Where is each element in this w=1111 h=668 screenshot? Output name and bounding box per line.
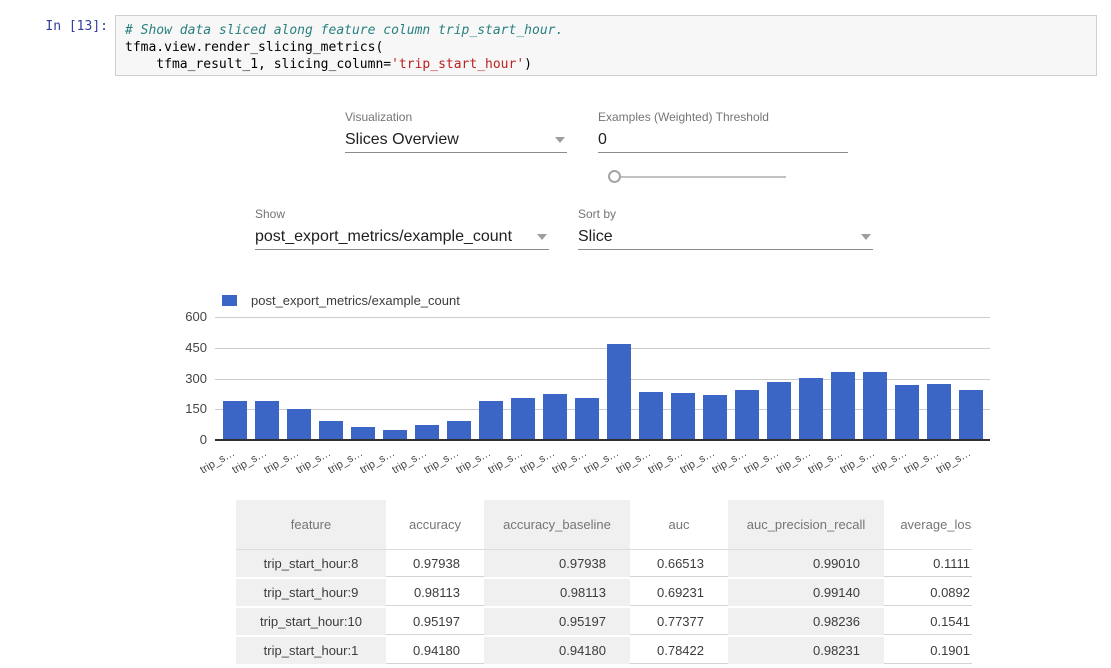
metric-cell: 0.95197 <box>484 608 630 637</box>
slider-handle[interactable] <box>608 170 621 183</box>
chart-baseline <box>215 439 990 441</box>
bar[interactable] <box>735 390 759 440</box>
column-header: accuracy_baseline <box>484 500 630 550</box>
bar[interactable] <box>831 372 855 440</box>
bar[interactable] <box>255 401 279 440</box>
table-row: trip_start_hour:80.979380.979380.665130.… <box>236 550 972 579</box>
bar[interactable] <box>575 398 599 440</box>
metric-cell: 0.98236 <box>728 608 884 637</box>
notebook-page: In [13]: # Show data sliced along featur… <box>0 0 1111 668</box>
bar[interactable] <box>703 395 727 440</box>
visualization-label: Visualization <box>345 110 567 124</box>
metric-cell: 0.95197 <box>386 608 484 637</box>
code-line-2: tfma.view.render_slicing_metrics( <box>125 40 383 55</box>
column-header: auc_precision_recall <box>728 500 884 550</box>
y-tick-label: 300 <box>150 371 207 386</box>
feature-cell: trip_start_hour:9 <box>236 579 386 608</box>
bar[interactable] <box>223 401 247 440</box>
bar[interactable] <box>895 385 919 440</box>
metric-cell: 0.94180 <box>484 637 630 666</box>
cell-execution-prompt: In [13]: <box>20 19 108 34</box>
code-line-3: tfma_result_1, slicing_column='trip_star… <box>125 57 532 72</box>
table-header-row: featureaccuracyaccuracy_baselineaucauc_p… <box>236 500 972 550</box>
metric-cell: 0.97938 <box>484 550 630 579</box>
show-label: Show <box>255 207 549 221</box>
code-string-literal: 'trip_start_hour' <box>391 57 524 72</box>
bar[interactable] <box>287 409 311 440</box>
sort-by-label: Sort by <box>578 207 873 221</box>
metrics-table: featureaccuracyaccuracy_baselineaucauc_p… <box>236 500 972 666</box>
sort-by-value: Slice <box>578 228 613 246</box>
column-header: feature <box>236 500 386 550</box>
show-value: post_export_metrics/example_count <box>255 228 512 246</box>
table-body: trip_start_hour:80.979380.979380.665130.… <box>236 550 972 666</box>
metric-cell: 0.97938 <box>386 550 484 579</box>
sort-by-select[interactable]: Sort by Slice <box>578 207 873 250</box>
bar[interactable] <box>639 392 663 440</box>
chevron-down-icon <box>861 234 871 240</box>
y-tick-label: 150 <box>150 401 207 416</box>
code-comment: # Show data sliced along feature column … <box>125 23 563 38</box>
threshold-label: Examples (Weighted) Threshold <box>598 110 848 124</box>
bar[interactable] <box>959 390 983 440</box>
bar[interactable] <box>479 401 503 440</box>
metric-cell: 0.98113 <box>386 579 484 608</box>
chart-y-axis: 0150300450600 <box>150 317 207 440</box>
bar[interactable] <box>767 382 791 440</box>
y-tick-label: 0 <box>150 432 207 447</box>
metric-cell: 0.78422 <box>630 637 728 666</box>
bar[interactable] <box>607 344 631 440</box>
y-tick-label: 600 <box>150 309 207 324</box>
legend-label: post_export_metrics/example_count <box>251 293 460 308</box>
threshold-slider[interactable] <box>608 170 786 184</box>
metric-cell: 0.1541 <box>884 608 972 637</box>
chevron-down-icon <box>555 137 565 143</box>
table-row: trip_start_hour:10.941800.941800.784220.… <box>236 637 972 666</box>
gridline <box>215 317 990 318</box>
metric-cell: 0.98231 <box>728 637 884 666</box>
metric-cell: 0.94180 <box>386 637 484 666</box>
table-row: trip_start_hour:100.951970.951970.773770… <box>236 608 972 637</box>
chart-x-axis: trip_s…trip_s…trip_s…trip_s…trip_s…trip_… <box>215 444 1005 474</box>
threshold-field[interactable]: Examples (Weighted) Threshold 0 <box>598 110 848 153</box>
bar[interactable] <box>671 393 695 440</box>
show-metric-select[interactable]: Show post_export_metrics/example_count <box>255 207 549 250</box>
y-tick-label: 450 <box>150 340 207 355</box>
bar[interactable] <box>863 372 887 440</box>
bar[interactable] <box>511 398 535 440</box>
bar[interactable] <box>927 384 951 440</box>
column-header: auc <box>630 500 728 550</box>
bar[interactable] <box>447 421 471 440</box>
bar[interactable] <box>799 378 823 440</box>
metric-cell: 0.99010 <box>728 550 884 579</box>
metric-cell: 0.69231 <box>630 579 728 608</box>
metric-cell: 0.99140 <box>728 579 884 608</box>
feature-cell: trip_start_hour:1 <box>236 637 386 666</box>
metric-cell: 0.0892 <box>884 579 972 608</box>
threshold-value: 0 <box>598 131 607 149</box>
metric-cell: 0.77377 <box>630 608 728 637</box>
metrics-table-container[interactable]: featureaccuracyaccuracy_baselineaucauc_p… <box>236 500 972 668</box>
table-row: trip_start_hour:90.981130.981130.692310.… <box>236 579 972 608</box>
bar[interactable] <box>543 394 567 440</box>
chart-legend: post_export_metrics/example_count <box>222 293 460 308</box>
metric-cell: 0.98113 <box>484 579 630 608</box>
feature-cell: trip_start_hour:8 <box>236 550 386 579</box>
metric-cell: 0.66513 <box>630 550 728 579</box>
column-header: average_loss <box>884 500 972 550</box>
visualization-value: Slices Overview <box>345 131 459 149</box>
legend-swatch-icon <box>222 295 237 306</box>
metric-cell: 0.1901 <box>884 637 972 666</box>
column-header: accuracy <box>386 500 484 550</box>
code-cell[interactable]: # Show data sliced along feature column … <box>115 15 1097 76</box>
chevron-down-icon <box>537 234 547 240</box>
bar[interactable] <box>319 421 343 440</box>
gridline <box>215 348 990 349</box>
visualization-select[interactable]: Visualization Slices Overview <box>345 110 567 153</box>
slider-track[interactable] <box>620 176 786 178</box>
bar[interactable] <box>415 425 439 440</box>
plot-area <box>215 317 990 440</box>
metric-cell: 0.1111 <box>884 550 972 579</box>
feature-cell: trip_start_hour:10 <box>236 608 386 637</box>
